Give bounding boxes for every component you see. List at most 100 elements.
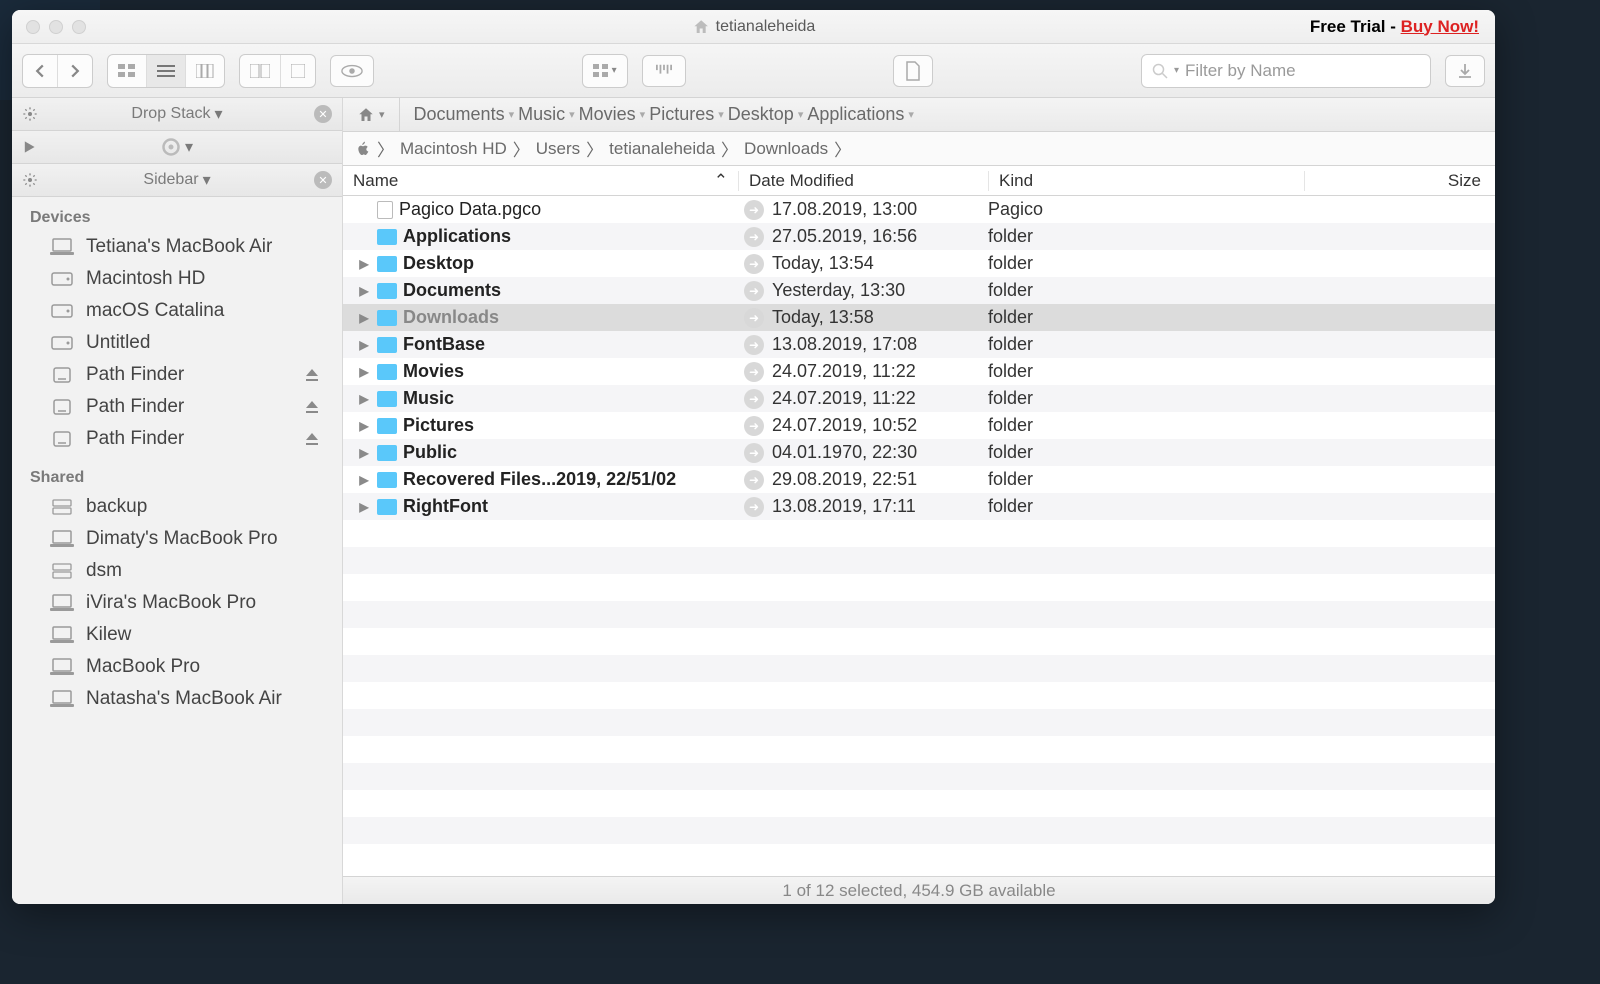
file-row[interactable]: ▶FontBase➜13.08.2019, 17:08folder: [343, 331, 1495, 358]
buy-now-link[interactable]: Buy Now!: [1401, 17, 1479, 36]
file-row[interactable]: ▶Pictures➜24.07.2019, 10:52folder: [343, 412, 1495, 439]
sidebar-item[interactable]: backup: [12, 491, 342, 523]
sidebar-item[interactable]: iVira's MacBook Pro: [12, 587, 342, 619]
close-icon[interactable]: ✕: [314, 171, 332, 189]
go-icon[interactable]: ➜: [744, 362, 764, 382]
go-icon[interactable]: ➜: [744, 470, 764, 490]
favorite-link[interactable]: Pictures ▾: [649, 104, 724, 125]
column-view-button[interactable]: [186, 55, 224, 87]
apple-icon[interactable]: [355, 141, 371, 157]
file-row[interactable]: ▶RightFont➜13.08.2019, 17:11folder: [343, 493, 1495, 520]
close-window-button[interactable]: [26, 20, 40, 34]
eject-icon[interactable]: [304, 367, 320, 383]
file-list[interactable]: Pagico Data.pgco➜17.08.2019, 13:00Pagico…: [343, 196, 1495, 876]
gear-icon[interactable]: [22, 172, 38, 188]
eject-icon[interactable]: [304, 431, 320, 447]
target-header[interactable]: ▾: [12, 131, 342, 164]
file-row[interactable]: ▶Desktop➜Today, 13:54folder: [343, 250, 1495, 277]
header-kind[interactable]: Kind: [988, 171, 1304, 191]
file-row[interactable]: ▶Music➜24.07.2019, 11:22folder: [343, 385, 1495, 412]
sidebar-item[interactable]: Kilew: [12, 619, 342, 651]
file-name: Documents: [403, 280, 501, 301]
disclosure-triangle[interactable]: ▶: [357, 446, 371, 460]
main-panel: ▾ Documents ▾Music ▾Movies ▾Pictures ▾De…: [343, 98, 1495, 904]
go-icon[interactable]: ➜: [744, 443, 764, 463]
close-icon[interactable]: ✕: [314, 105, 332, 123]
sidebar-item[interactable]: Dimaty's MacBook Pro: [12, 523, 342, 555]
new-document-button[interactable]: [893, 55, 933, 87]
disclosure-triangle[interactable]: ▶: [357, 365, 371, 379]
go-icon[interactable]: ➜: [744, 254, 764, 274]
file-kind: Pagico: [988, 199, 1304, 220]
home-menu[interactable]: ▾: [343, 98, 400, 131]
sidebar-item[interactable]: Macintosh HD: [12, 263, 342, 295]
favorite-link[interactable]: Documents ▾: [414, 104, 515, 125]
single-pane-button[interactable]: [281, 55, 315, 87]
file-row[interactable]: Applications➜27.05.2019, 16:56folder: [343, 223, 1495, 250]
minimize-window-button[interactable]: [49, 20, 63, 34]
list-view-button[interactable]: [147, 55, 186, 87]
favorite-link[interactable]: Applications ▾: [807, 104, 914, 125]
file-name: Applications: [403, 226, 511, 247]
breadcrumb-item[interactable]: Macintosh HD: [400, 139, 507, 159]
search-field[interactable]: ▾ Filter by Name: [1141, 54, 1431, 88]
sidebar-item[interactable]: macOS Catalina: [12, 295, 342, 327]
empty-row: [343, 601, 1495, 628]
sidebar-item[interactable]: dsm: [12, 555, 342, 587]
dual-pane-button[interactable]: [240, 55, 281, 87]
forward-button[interactable]: [58, 55, 92, 87]
header-size[interactable]: Size: [1304, 171, 1495, 191]
file-row[interactable]: ▶Downloads➜Today, 13:58folder: [343, 304, 1495, 331]
sidebar-item[interactable]: Natasha's MacBook Air: [12, 683, 342, 715]
play-icon[interactable]: [22, 140, 36, 154]
disclosure-triangle[interactable]: ▶: [357, 284, 371, 298]
go-icon[interactable]: ➜: [744, 389, 764, 409]
back-button[interactable]: [23, 55, 58, 87]
disclosure-triangle[interactable]: ▶: [357, 338, 371, 352]
sidebar-header[interactable]: Sidebar▾ ✕: [12, 164, 342, 197]
sidebar-item[interactable]: Tetiana's MacBook Air: [12, 231, 342, 263]
go-icon[interactable]: ➜: [744, 227, 764, 247]
go-icon[interactable]: ➜: [744, 200, 764, 220]
gear-icon[interactable]: [22, 106, 38, 122]
disclosure-triangle[interactable]: ▶: [357, 473, 371, 487]
file-name: Downloads: [403, 307, 499, 328]
sidebar-item[interactable]: Path Finder: [12, 423, 342, 455]
go-icon[interactable]: ➜: [744, 308, 764, 328]
header-date[interactable]: Date Modified: [738, 171, 988, 191]
disclosure-triangle[interactable]: ▶: [357, 257, 371, 271]
disclosure-triangle[interactable]: ▶: [357, 311, 371, 325]
file-row[interactable]: ▶Documents➜Yesterday, 13:30folder: [343, 277, 1495, 304]
header-name[interactable]: Name⌃: [343, 171, 738, 191]
preview-button[interactable]: [330, 55, 374, 87]
document-icon: [905, 61, 921, 81]
favorite-link[interactable]: Desktop ▾: [728, 104, 804, 125]
file-row[interactable]: Pagico Data.pgco➜17.08.2019, 13:00Pagico: [343, 196, 1495, 223]
zoom-window-button[interactable]: [72, 20, 86, 34]
sidebar-item[interactable]: Path Finder: [12, 359, 342, 391]
go-icon[interactable]: ➜: [744, 281, 764, 301]
eject-icon[interactable]: [304, 399, 320, 415]
sidebar-item[interactable]: MacBook Pro: [12, 651, 342, 683]
breadcrumb-item[interactable]: Users: [536, 139, 580, 159]
breadcrumb-item[interactable]: tetianaleheida: [609, 139, 715, 159]
icon-view-button[interactable]: [108, 55, 147, 87]
download-button[interactable]: [1445, 55, 1485, 87]
disclosure-triangle[interactable]: ▶: [357, 392, 371, 406]
dropstack-header[interactable]: Drop Stack▾ ✕: [12, 98, 342, 131]
file-row[interactable]: ▶Movies➜24.07.2019, 11:22folder: [343, 358, 1495, 385]
breadcrumb-item[interactable]: Downloads: [744, 139, 828, 159]
disclosure-triangle[interactable]: ▶: [357, 500, 371, 514]
go-icon[interactable]: ➜: [744, 497, 764, 517]
arrange-button[interactable]: ▾: [583, 55, 627, 87]
sidebar-item[interactable]: Path Finder: [12, 391, 342, 423]
go-icon[interactable]: ➜: [744, 335, 764, 355]
favorite-link[interactable]: Movies ▾: [579, 104, 646, 125]
disclosure-triangle[interactable]: ▶: [357, 419, 371, 433]
go-icon[interactable]: ➜: [744, 416, 764, 436]
file-row[interactable]: ▶Public➜04.01.1970, 22:30folder: [343, 439, 1495, 466]
favorite-link[interactable]: Music ▾: [518, 104, 575, 125]
file-row[interactable]: ▶Recovered Files...2019, 22/51/02➜29.08.…: [343, 466, 1495, 493]
action-button[interactable]: [642, 55, 686, 87]
sidebar-item[interactable]: Untitled: [12, 327, 342, 359]
